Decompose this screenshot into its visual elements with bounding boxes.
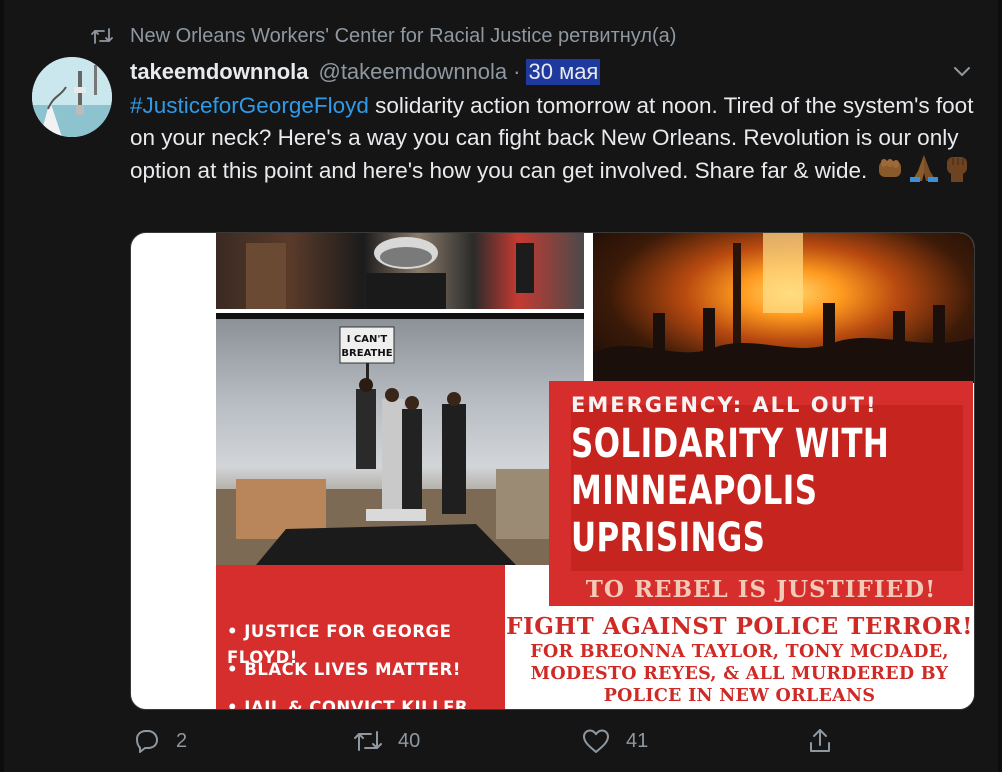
retweet-count: 40 xyxy=(398,729,421,752)
sign-text-line-2: BREATHE xyxy=(341,348,392,359)
like-count: 41 xyxy=(626,729,649,752)
reply-button[interactable]: 2 xyxy=(130,724,187,758)
protesters-on-car-photo: I CAN'T BREATHE xyxy=(216,319,584,565)
retweet-icon xyxy=(352,725,384,757)
poster-demand-item: • JAIL & CONVICT KILLER xyxy=(227,698,469,710)
poster-headline-line-2: MINNEAPOLIS xyxy=(571,468,818,514)
poster-fight-line-4: POLICE IN NEW ORLEANS xyxy=(603,686,876,706)
author-handle[interactable]: @takeemdownnola xyxy=(318,59,507,85)
poster-fight-line-1: FIGHT AGAINST POLICE TERROR! xyxy=(506,613,973,640)
share-button[interactable] xyxy=(804,724,850,758)
media-image[interactable]: I CAN'T BREATHE EMERGENCY: ALL OUT! SOLI… xyxy=(130,232,975,710)
poster-demands-list: • JUSTICE FOR GEORGE FLOYD! • BLACK LIVE… xyxy=(227,619,507,710)
chevron-down-icon[interactable] xyxy=(950,62,974,82)
retweet-context: New Orleans Workers' Center for Racial J… xyxy=(88,22,676,50)
tweet-header: takeemdownnola @takeemdownnola · 30 мая xyxy=(130,56,601,88)
share-icon xyxy=(804,725,836,757)
hashtag-link[interactable]: #JusticeforGeorgeFloyd xyxy=(130,93,369,118)
tweet-actions: 2 40 41 xyxy=(130,724,830,758)
poster-headline-line-3: UPRISINGS xyxy=(571,515,766,561)
retweet-context-text[interactable]: New Orleans Workers' Center for Racial J… xyxy=(130,25,676,48)
poster-emergency-text: EMERGENCY: ALL OUT! xyxy=(571,393,878,417)
avatar[interactable] xyxy=(32,57,112,137)
poster-fight-text: FIGHT AGAINST POLICE TERROR! FOR BREONNA… xyxy=(505,613,974,707)
poster-fight-line-3: MODESTO REYES, & ALL MURDERED BY xyxy=(530,664,949,684)
post-date[interactable]: 30 мая xyxy=(526,59,601,85)
poster-rebel-text: TO REBEL IS JUSTIFIED! xyxy=(585,576,937,603)
author-name[interactable]: takeemdownnola xyxy=(130,59,308,85)
reply-count: 2 xyxy=(176,729,188,752)
poster-demand-item: • BLACK LIVES MATTER! xyxy=(227,660,461,679)
poster-headline: SOLIDARITY WITH MINNEAPOLIS UPRISINGS xyxy=(571,421,915,562)
folded-hands-emoji-icon xyxy=(908,153,940,192)
fire-photo xyxy=(593,233,974,383)
raised-fist-emoji-icon xyxy=(942,153,972,192)
retweet-button[interactable]: 40 xyxy=(352,724,420,758)
like-button[interactable]: 41 xyxy=(580,724,648,758)
protest-crowd-photo xyxy=(216,233,584,309)
fist-emoji-icon xyxy=(876,154,906,191)
sign-text-line-1: I CAN'T xyxy=(347,334,388,345)
poster-fight-line-2: FOR BREONNA TAYLOR, TONY MCDADE, xyxy=(530,642,949,662)
poster-demand-item: • JUSTICE FOR GEORGE FLOYD! xyxy=(227,622,452,667)
tweet-text: #JusticeforGeorgeFloyd solidarity action… xyxy=(130,90,980,192)
reply-icon xyxy=(130,725,162,757)
separator-dot: · xyxy=(513,59,521,84)
poster-headline-line-1: SOLIDARITY WITH xyxy=(571,421,890,467)
retweet-icon xyxy=(88,25,116,47)
heart-icon xyxy=(580,725,612,757)
